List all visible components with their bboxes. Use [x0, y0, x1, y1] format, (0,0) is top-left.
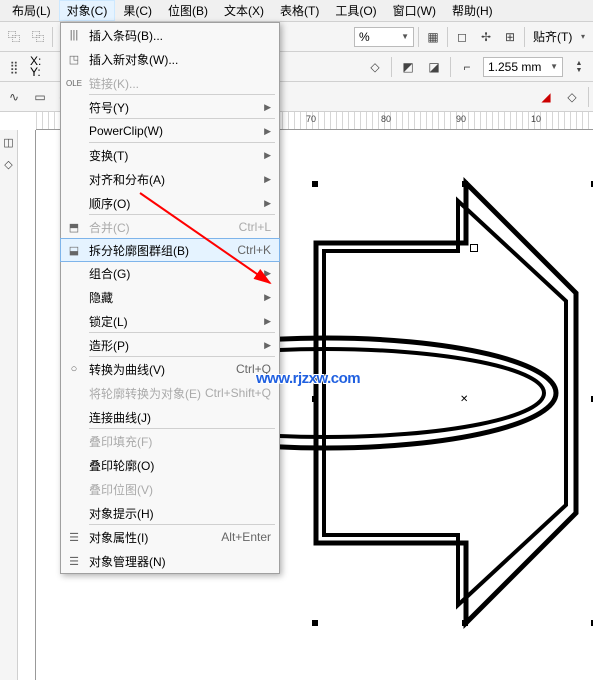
selection-handle[interactable] — [312, 620, 318, 626]
chevron-right-icon: ▶ — [264, 292, 271, 303]
selection-handle[interactable] — [462, 181, 468, 187]
snap-grid-icon[interactable]: ⊞ — [500, 27, 520, 47]
curve-icon: ○ — [65, 363, 83, 375]
ruler-tick: 80 — [381, 114, 391, 124]
selected-artwork[interactable] — [276, 153, 593, 683]
menu-overprint-bitmap: 叠印位图(V) — [61, 477, 279, 501]
tool-b[interactable]: ◇ — [1, 154, 17, 174]
convert-icon[interactable]: ◇ — [365, 57, 385, 77]
chevron-down-icon: ▼ — [401, 32, 409, 41]
chevron-right-icon: ▶ — [264, 340, 271, 351]
rect-icon[interactable]: ▭ — [30, 87, 50, 107]
menu-shaping[interactable]: 造形(P)▶ — [61, 333, 279, 357]
manager-icon: ☰ — [65, 555, 83, 568]
step-r-icon[interactable]: ◪ — [424, 57, 444, 77]
menu-combine: ⬒合并(C)Ctrl+L — [61, 215, 279, 239]
menu-object-properties[interactable]: ☰对象属性(I)Alt+Enter — [61, 525, 279, 549]
zoom-value: % — [359, 30, 370, 44]
menu-effect[interactable]: 果(C) — [115, 0, 160, 21]
menu-lock[interactable]: 锁定(L)▶ — [61, 309, 279, 333]
spinner-icon[interactable]: ▲▼ — [569, 57, 589, 77]
menu-outline-to-object: 将轮廓转换为对象(E)Ctrl+Shift+Q — [61, 381, 279, 405]
menu-tools[interactable]: 工具(O) — [327, 0, 384, 21]
paste-icon[interactable]: ⿻ — [28, 27, 48, 47]
menu-insert-barcode[interactable]: |||插入条码(B)... — [61, 23, 279, 47]
barcode-icon: ||| — [65, 29, 83, 41]
properties-icon: ☰ — [65, 531, 83, 544]
node-marker[interactable] — [470, 244, 478, 252]
menubar: 布局(L) 对象(C) 果(C) 位图(B) 文本(X) 表格(T) 工具(O)… — [0, 0, 593, 22]
snap-label: 贴齐(T) — [533, 28, 572, 45]
tool-a[interactable]: ◫ — [1, 132, 17, 152]
y-label: Y: — [30, 67, 41, 78]
menu-help[interactable]: 帮助(H) — [444, 0, 501, 21]
ruler-vertical — [18, 130, 36, 680]
menu-insert-new-object[interactable]: ◳插入新对象(W)... — [61, 47, 279, 71]
chevron-down-icon: ▼ — [550, 62, 558, 71]
menu-join-curves[interactable]: 连接曲线(J) — [61, 405, 279, 429]
ruler-tick: 10 — [531, 114, 541, 124]
selection-handle[interactable] — [312, 396, 318, 402]
step-l-icon[interactable]: ◩ — [398, 57, 418, 77]
ruler-tick: 70 — [306, 114, 316, 124]
menu-link: OLE链接(K)... — [61, 71, 279, 95]
menu-object[interactable]: 对象(C) — [59, 0, 116, 21]
menu-group[interactable]: 组合(G)▶ — [61, 261, 279, 285]
chevron-right-icon: ▶ — [264, 150, 271, 161]
menu-object-manager[interactable]: ☰对象管理器(N) — [61, 549, 279, 573]
menu-overprint-outline[interactable]: 叠印轮廓(O) — [61, 453, 279, 477]
chevron-right-icon: ▶ — [264, 174, 271, 185]
chevron-right-icon: ▶ — [264, 126, 271, 137]
menu-break-apart[interactable]: ⬓拆分轮廓图群组(B)Ctrl+K — [60, 238, 280, 262]
zoom-combo[interactable]: % ▼ — [354, 27, 414, 47]
outline-width-combo[interactable]: 1.255 mm ▼ — [483, 57, 563, 77]
chevron-right-icon: ▶ — [264, 316, 271, 327]
ruler-tick: 90 — [456, 114, 466, 124]
outline-width-value: 1.255 mm — [488, 60, 541, 74]
combine-icon: ⬒ — [65, 221, 83, 234]
menu-layout[interactable]: 布局(L) — [4, 0, 59, 21]
menu-overprint-fill: 叠印填充(F) — [61, 429, 279, 453]
menu-symbol[interactable]: 符号(Y)▶ — [61, 95, 279, 119]
menu-powerclip[interactable]: PowerClip(W)▶ — [61, 119, 279, 143]
chevron-down-icon: ▾ — [581, 32, 585, 41]
object-icon: ◳ — [65, 53, 83, 66]
snap-dropdown[interactable]: 贴齐(T) ▾ — [529, 27, 589, 47]
selection-handle[interactable] — [312, 181, 318, 187]
corner-icon[interactable]: ⌐ — [457, 57, 477, 77]
ole-icon: OLE — [65, 79, 83, 88]
menu-bitmap[interactable]: 位图(B) — [160, 0, 216, 21]
pattern-icon[interactable]: ⣿ — [4, 57, 24, 77]
selection-handle[interactable] — [462, 620, 468, 626]
menu-convert-curves[interactable]: ○转换为曲线(V)Ctrl+Q — [61, 357, 279, 381]
snap-box-icon[interactable]: ◻ — [452, 27, 472, 47]
menu-object-hints[interactable]: 对象提示(H) — [61, 501, 279, 525]
chevron-right-icon: ▶ — [264, 268, 271, 279]
copy-icon[interactable]: ⿻ — [4, 27, 24, 47]
menu-table[interactable]: 表格(T) — [272, 0, 327, 21]
menu-align-distribute[interactable]: 对齐和分布(A)▶ — [61, 167, 279, 191]
break-icon: ⬓ — [65, 244, 83, 257]
menu-hide[interactable]: 隐藏▶ — [61, 285, 279, 309]
menu-order[interactable]: 顺序(O)▶ — [61, 191, 279, 215]
curve-icon[interactable]: ∿ — [4, 87, 24, 107]
object-menu-dropdown: |||插入条码(B)... ◳插入新对象(W)... OLE链接(K)... 符… — [60, 22, 280, 574]
menu-window[interactable]: 窗口(W) — [385, 0, 444, 21]
eyedropper-icon[interactable]: ◇ — [562, 87, 582, 107]
chevron-right-icon: ▶ — [264, 198, 271, 209]
center-marker[interactable]: ✕ — [460, 394, 468, 405]
fill-icon[interactable]: ◢ — [536, 87, 556, 107]
watermark: www.rjzxw.com — [256, 370, 360, 387]
chevron-right-icon: ▶ — [264, 102, 271, 113]
toolbox-vertical: ◫ ◇ — [0, 130, 18, 680]
menu-transform[interactable]: 变换(T)▶ — [61, 143, 279, 167]
grid-icon[interactable]: ▦ — [423, 27, 443, 47]
snap-cross-icon[interactable]: ✢ — [476, 27, 496, 47]
menu-text[interactable]: 文本(X) — [216, 0, 272, 21]
